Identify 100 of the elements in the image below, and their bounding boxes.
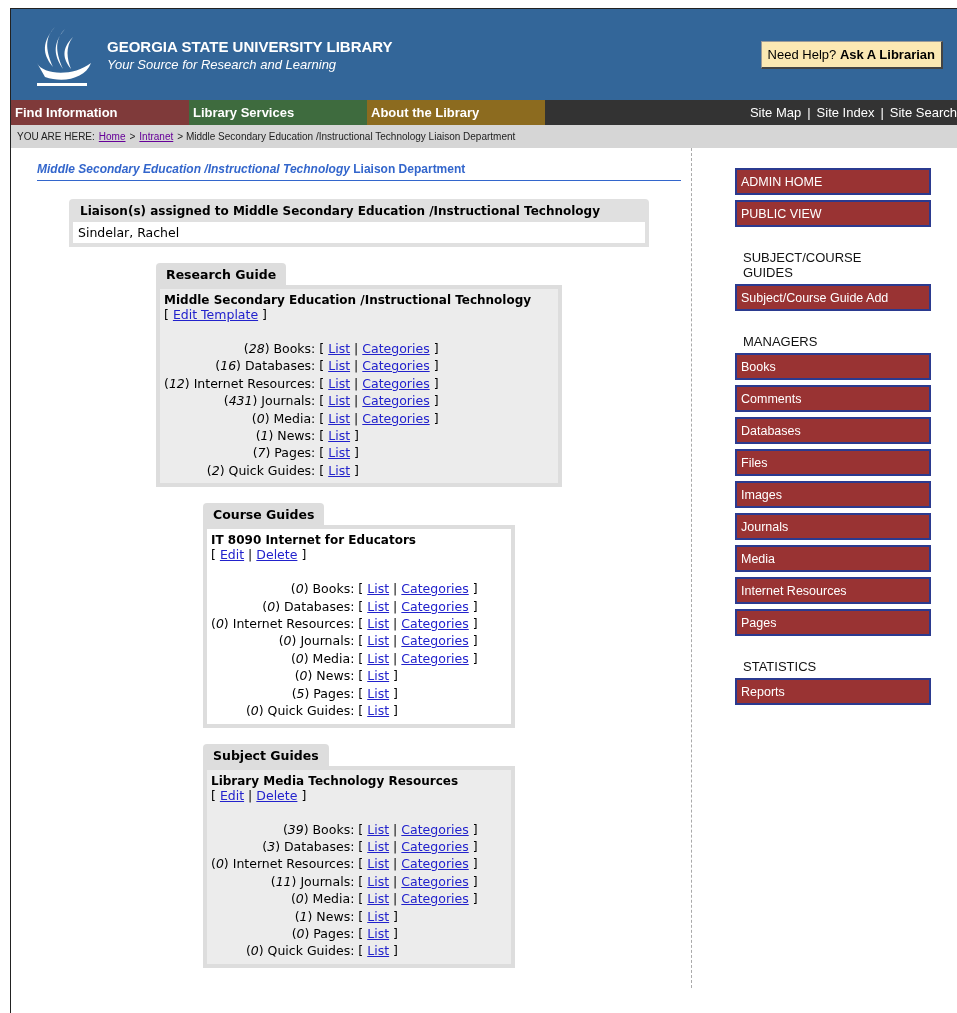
resource-link[interactable]: Categories	[362, 340, 430, 358]
resource-link[interactable]: List	[367, 667, 390, 685]
nav-link[interactable]: Site Search	[889, 105, 957, 120]
resource-link[interactable]: Categories	[401, 580, 469, 598]
sidebar-button[interactable]: ADMIN HOME	[735, 168, 931, 195]
bracket: ]	[472, 837, 478, 856]
sidebar-button[interactable]: Internet Resources	[735, 577, 931, 604]
resource-link[interactable]: Categories	[401, 872, 469, 891]
bracket: ]	[354, 444, 359, 462]
sidebar-button[interactable]: Files	[735, 449, 931, 476]
resource-link[interactable]: Categories	[362, 374, 430, 393]
action-link[interactable]: Edit	[219, 547, 245, 563]
bracket: |	[354, 392, 359, 410]
resource-link[interactable]: Categories	[401, 615, 469, 633]
resource-link[interactable]: Categories	[401, 855, 469, 873]
bracket: ]	[393, 924, 398, 943]
nav-tab[interactable]: Library Services	[189, 100, 367, 125]
bracket: |	[393, 597, 398, 616]
resource-link[interactable]: Categories	[401, 649, 469, 668]
resource-link[interactable]: List	[367, 597, 390, 616]
resource-link[interactable]: List	[328, 427, 351, 445]
resource-link[interactable]: List	[367, 837, 390, 856]
sidebar-button[interactable]: Comments	[735, 385, 931, 412]
bracket: ]	[393, 667, 398, 685]
resource-link[interactable]: List	[367, 615, 390, 633]
sidebar-button[interactable]: Journals	[735, 513, 931, 540]
resource-link[interactable]: List	[367, 684, 390, 703]
resource-count: (0) Journals:	[278, 632, 355, 650]
resource-link[interactable]: Categories	[401, 837, 469, 856]
resource-link[interactable]: List	[328, 374, 351, 393]
ask-librarian-button[interactable]: Need Help? Ask A Librarian	[760, 40, 943, 69]
resource-link[interactable]: List	[367, 580, 390, 598]
resource-link[interactable]: List	[328, 392, 351, 410]
sidebar-button[interactable]: Media	[735, 545, 931, 572]
resource-link[interactable]: Categories	[401, 820, 469, 838]
bracket: [	[358, 890, 364, 908]
resource-count: (7) Pages:	[252, 444, 316, 462]
resource-link[interactable]: List	[367, 890, 390, 908]
resource-link[interactable]: Categories	[401, 597, 469, 616]
breadcrumb-link[interactable]: Home	[98, 131, 126, 142]
bracket: ]	[472, 872, 478, 891]
guide-title: Middle Secondary Education /Instructional Technology	[164, 293, 533, 307]
bracket: ]	[472, 580, 478, 598]
resource-link[interactable]: List	[367, 942, 390, 960]
bracket: ]	[472, 820, 478, 838]
resource-link[interactable]: List	[328, 409, 351, 428]
resource-link[interactable]: Categories	[362, 357, 430, 375]
action-link[interactable]: Delete	[256, 547, 298, 563]
resource-link[interactable]: List	[367, 872, 390, 891]
resource-link[interactable]: List	[367, 820, 390, 838]
bracket: [	[358, 872, 364, 891]
sidebar-heading: STATISTICS	[743, 659, 818, 674]
bracket: [	[211, 787, 216, 803]
action-link[interactable]: Edit	[219, 787, 245, 803]
resource-count: (0) Quick Guides:	[245, 942, 355, 960]
bracket: ]	[301, 787, 307, 803]
sidebar-button[interactable]: Books	[735, 353, 931, 380]
sidebar-button[interactable]: Reports	[735, 678, 931, 705]
sidebar-button[interactable]: Databases	[735, 417, 931, 444]
breadcrumb-text: > Middle Secondary Education /Instructional Technology Liaison Department	[177, 131, 516, 142]
nav-link[interactable]: Site Map	[749, 105, 802, 120]
sidebar-button[interactable]: PUBLIC VIEW	[735, 200, 931, 227]
resource-link[interactable]: List	[328, 461, 351, 480]
guide-title: IT 8090 Internet for Educators	[211, 533, 417, 548]
breadcrumb-text: YOU ARE HERE:	[17, 131, 95, 142]
resource-link[interactable]: Categories	[401, 632, 469, 650]
bracket: [	[358, 615, 364, 633]
bracket: ]	[433, 357, 439, 375]
library-title: GEORGIA STATE UNIVERSITY LIBRARY	[107, 37, 393, 55]
sidebar-button[interactable]: Images	[735, 481, 931, 508]
resource-link[interactable]: Categories	[362, 392, 430, 410]
resource-link[interactable]: List	[367, 649, 390, 668]
bracket: |	[354, 374, 359, 393]
breadcrumb-link[interactable]: Intranet	[139, 131, 174, 142]
nav-link[interactable]: Site Index	[816, 105, 875, 120]
bracket: [	[319, 409, 325, 428]
resource-link[interactable]: Categories	[401, 890, 469, 908]
resource-link[interactable]: List	[367, 907, 390, 925]
resource-link[interactable]: List	[367, 924, 390, 943]
resource-link[interactable]: List	[367, 632, 390, 650]
resource-count: (431) Journals:	[223, 392, 316, 410]
nav-tab[interactable]: Find Information	[11, 100, 189, 125]
resource-count: (2) Quick Guides:	[206, 461, 316, 480]
resource-link[interactable]: List	[328, 444, 351, 462]
sidebar-button[interactable]: Subject/Course Guide Add	[735, 284, 931, 311]
sidebar-button[interactable]: Pages	[735, 609, 931, 636]
action-link[interactable]: Edit Template	[172, 307, 259, 322]
resource-link[interactable]: List	[367, 702, 390, 720]
action-link[interactable]: Delete	[256, 787, 298, 803]
liaison-name: Sindelar, Rachel	[73, 222, 645, 243]
resource-link[interactable]: List	[328, 340, 351, 358]
resource-link[interactable]: List	[328, 357, 351, 375]
bracket: [	[319, 357, 325, 375]
bracket: [	[358, 580, 364, 598]
resource-link[interactable]: Categories	[362, 409, 430, 428]
resource-link[interactable]: List	[367, 855, 390, 873]
resource-count: (39) Books:	[282, 820, 355, 838]
resource-count: (0) Media:	[251, 409, 316, 428]
bracket: |	[393, 632, 398, 650]
nav-tab[interactable]: About the Library	[367, 100, 545, 125]
